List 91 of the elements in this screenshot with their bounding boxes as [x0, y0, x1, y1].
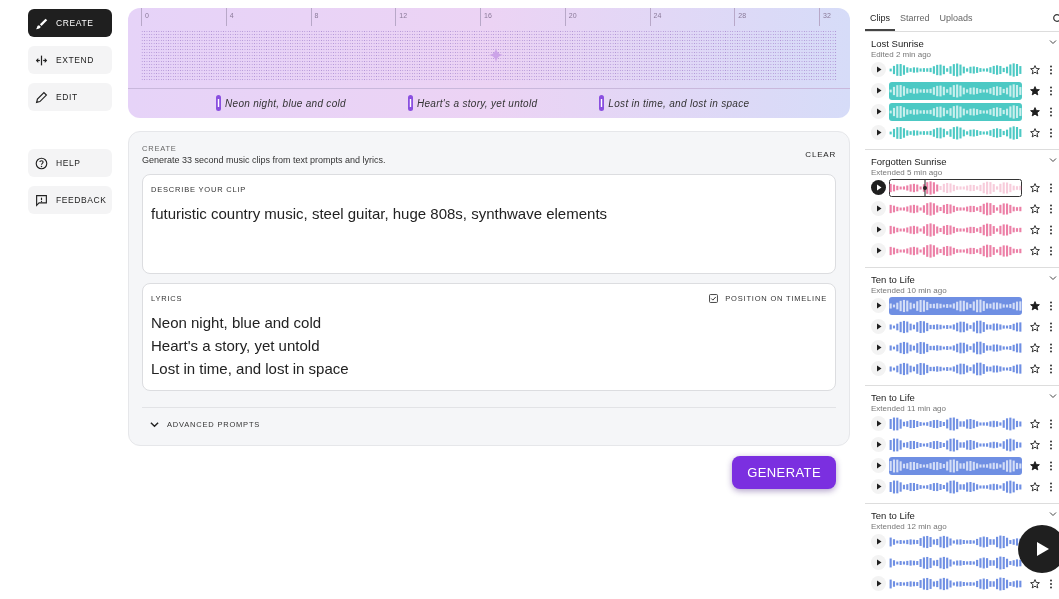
more-icon[interactable] — [1049, 85, 1053, 96]
lyric-marker-label: Lost in time, and lost in space — [608, 97, 750, 109]
sparkle-icon — [489, 48, 503, 62]
help-icon — [35, 156, 48, 170]
clip-group-subtitle: Extended 5 min ago — [871, 168, 944, 177]
marker-handle-icon[interactable] — [599, 95, 605, 111]
extend-icon — [35, 53, 48, 67]
more-icon[interactable] — [1049, 182, 1053, 193]
star-icon[interactable] — [1030, 460, 1040, 471]
play-button[interactable] — [871, 62, 886, 77]
nav-button[interactable]: CREATE — [28, 9, 112, 37]
play-button[interactable] — [871, 416, 886, 431]
more-icon[interactable] — [1049, 363, 1053, 374]
star-icon[interactable] — [1030, 64, 1040, 75]
clear-button[interactable]: CLEAR — [805, 146, 836, 163]
more-icon[interactable] — [1049, 481, 1053, 492]
star-icon[interactable] — [1030, 85, 1040, 96]
clip-group-title: Ten to Life — [871, 510, 915, 521]
more-icon[interactable] — [1049, 321, 1053, 332]
more-icon[interactable] — [1049, 418, 1053, 429]
clip-group-subtitle: Extended 12 min ago — [871, 522, 948, 531]
play-button[interactable] — [871, 437, 886, 452]
checkbox-icon[interactable] — [709, 294, 719, 303]
lyric-marker-label: Neon night, blue and cold — [225, 97, 346, 109]
play-button[interactable] — [871, 361, 886, 376]
clip-group-title: Lost Sunrise — [871, 38, 924, 49]
library-tab[interactable]: Clips — [865, 6, 895, 31]
clip-group-title: Ten to Life — [871, 274, 915, 285]
section-description: Generate 33 second music clips from text prompts and lyrics. — [142, 155, 386, 165]
play-button[interactable] — [871, 319, 886, 334]
nav-button[interactable]: EXTEND — [28, 46, 112, 74]
play-button[interactable] — [871, 534, 886, 549]
more-icon[interactable] — [1049, 342, 1053, 353]
nav-button[interactable]: HELP — [28, 149, 112, 177]
more-icon[interactable] — [1049, 64, 1053, 75]
play-button[interactable] — [871, 222, 886, 237]
play-icon[interactable] — [1034, 541, 1050, 557]
play-button[interactable] — [871, 180, 886, 195]
star-icon[interactable] — [1030, 418, 1040, 429]
clip-group-subtitle: Extended 11 min ago — [871, 404, 947, 413]
star-icon[interactable] — [1030, 342, 1040, 353]
play-button[interactable] — [871, 125, 886, 140]
play-button[interactable] — [871, 298, 886, 313]
feedback-icon — [35, 193, 48, 207]
more-icon[interactable] — [1049, 578, 1053, 589]
pencil-icon — [35, 90, 48, 104]
more-icon[interactable] — [1049, 224, 1053, 235]
play-button[interactable] — [871, 83, 886, 98]
play-button[interactable] — [871, 458, 886, 473]
star-icon[interactable] — [1030, 106, 1040, 117]
play-button[interactable] — [871, 201, 886, 216]
clip-group-title: Ten to Life — [871, 392, 915, 403]
play-button[interactable] — [871, 104, 886, 119]
lyric-marker-label: Heart's a story, yet untold — [416, 97, 538, 109]
marker-handle-icon[interactable] — [216, 95, 221, 111]
play-button[interactable] — [871, 555, 886, 570]
library-tab[interactable]: Starred — [895, 6, 935, 31]
clip-group-subtitle: Extended 10 min ago — [871, 286, 948, 295]
chevron-icon[interactable] — [150, 420, 159, 429]
star-icon[interactable] — [1030, 439, 1040, 450]
more-icon[interactable] — [1049, 203, 1053, 214]
star-icon[interactable] — [1030, 578, 1040, 589]
nav-button[interactable]: FEEDBACK — [28, 186, 112, 214]
more-icon[interactable] — [1049, 439, 1053, 450]
clip-group-subtitle: Edited 2 min ago — [871, 50, 933, 59]
star-icon[interactable] — [1030, 321, 1040, 332]
star-icon[interactable] — [1030, 300, 1040, 311]
play-button[interactable] — [871, 340, 886, 355]
more-icon[interactable] — [1049, 106, 1053, 117]
star-icon[interactable] — [1030, 182, 1040, 193]
generate-button[interactable]: GENERATE — [732, 456, 836, 489]
play-button[interactable] — [871, 479, 886, 494]
play-button[interactable] — [871, 576, 886, 591]
star-icon[interactable] — [1030, 127, 1040, 138]
more-icon[interactable] — [1049, 245, 1053, 256]
play-button[interactable] — [871, 243, 886, 258]
more-icon[interactable] — [1049, 127, 1053, 138]
nav-button[interactable]: EDIT — [28, 83, 112, 111]
star-icon[interactable] — [1030, 203, 1040, 214]
brush-icon — [35, 16, 48, 30]
star-icon[interactable] — [1030, 481, 1040, 492]
clip-group-title: Forgotten Sunrise — [871, 156, 947, 167]
library-tab[interactable]: Uploads — [934, 6, 978, 31]
more-icon[interactable] — [1049, 460, 1053, 471]
star-icon[interactable] — [1030, 245, 1040, 256]
star-icon[interactable] — [1030, 224, 1040, 235]
more-icon[interactable] — [1049, 300, 1053, 311]
star-icon[interactable] — [1030, 363, 1040, 374]
marker-handle-icon[interactable] — [407, 95, 413, 111]
play-button[interactable] — [1018, 525, 1059, 573]
search-icon[interactable] — [1052, 13, 1059, 24]
